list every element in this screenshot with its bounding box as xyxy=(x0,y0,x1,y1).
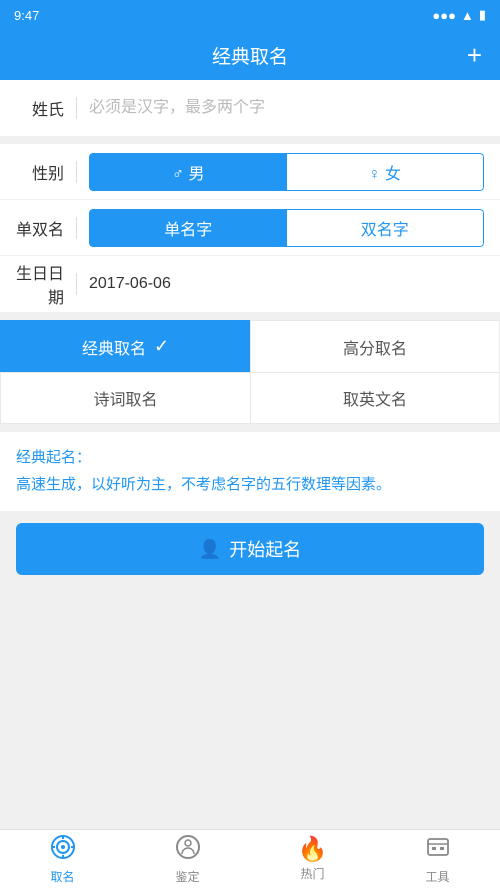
header: 经典取名 + xyxy=(0,30,500,80)
nav-appraisal-label: 鉴定 xyxy=(175,868,199,885)
nav-naming-icon xyxy=(50,834,76,865)
nav-naming-label: 取名 xyxy=(50,868,74,885)
tab-english-naming[interactable]: 取英文名 xyxy=(250,372,500,424)
status-bar: 9:47 ●●● ▲ ▮ xyxy=(0,0,500,30)
nav-appraisal-icon xyxy=(175,834,201,865)
description-title: 经典起名： xyxy=(16,446,484,467)
tab-high-score-label: 高分取名 xyxy=(343,335,407,359)
status-time: 9:47 xyxy=(14,8,39,23)
gender-section: 性别 ♂ 男 ♀ 女 单双名 单名字 双名字 生日日期 2017-06-06 xyxy=(0,144,500,312)
name-type-row: 单双名 单名字 双名字 xyxy=(0,200,500,256)
name-type-toggle-group: 单名字 双名字 xyxy=(89,209,484,247)
nav-appraisal[interactable]: 鉴定 xyxy=(125,830,250,889)
page-title: 经典取名 xyxy=(212,42,288,69)
birthday-separator xyxy=(76,273,77,295)
gender-toggle-group: ♂ 男 ♀ 女 xyxy=(89,153,484,191)
gender-female-button[interactable]: ♀ 女 xyxy=(287,153,485,191)
tab-english-label: 取英文名 xyxy=(343,386,407,410)
surname-section: 姓氏 xyxy=(0,80,500,136)
battery-icon: ▮ xyxy=(479,7,486,23)
signal-icon: ●●● xyxy=(432,8,456,23)
description-body: 高速生成，以好听为主，不考虑名字的五行数理等因素。 xyxy=(16,473,484,497)
start-icon: 👤 xyxy=(199,539,221,560)
tab-grid: 经典取名 ✓ 高分取名 诗词取名 取英文名 xyxy=(0,320,500,424)
tab-classic-naming[interactable]: 经典取名 ✓ xyxy=(0,320,250,372)
description-section: 经典起名： 高速生成，以好听为主，不考虑名字的五行数理等因素。 xyxy=(0,432,500,511)
gender-label: 性别 xyxy=(16,160,76,184)
birthday-label: 生日日期 xyxy=(16,260,76,308)
status-right: ●●● ▲ ▮ xyxy=(432,7,486,23)
tab-poem-naming[interactable]: 诗词取名 xyxy=(0,372,250,424)
tab-classic-label: 经典取名 xyxy=(82,335,146,359)
check-icon: ✓ xyxy=(154,336,169,357)
bottom-spacer xyxy=(0,595,500,663)
add-button[interactable]: + xyxy=(467,42,482,68)
nav-tools-label: 工具 xyxy=(425,868,449,885)
nav-naming[interactable]: 取名 xyxy=(0,830,125,889)
tab-high-score-naming[interactable]: 高分取名 xyxy=(250,320,500,372)
tab-grid-section: 经典取名 ✓ 高分取名 诗词取名 取英文名 xyxy=(0,320,500,424)
bottom-nav: 取名 鉴定 🔥 热门 工具 xyxy=(0,829,500,889)
start-section: 👤 开始起名 xyxy=(0,523,500,595)
birthday-value[interactable]: 2017-06-06 xyxy=(89,275,484,293)
name-type-label: 单双名 xyxy=(16,216,76,240)
surname-label: 姓氏 xyxy=(16,96,76,120)
nav-hot-label: 热门 xyxy=(300,865,324,882)
gender-row: 性别 ♂ 男 ♀ 女 xyxy=(0,144,500,200)
nav-tools[interactable]: 工具 xyxy=(375,830,500,889)
surname-separator xyxy=(76,97,77,119)
wifi-icon: ▲ xyxy=(461,8,474,23)
nav-hot[interactable]: 🔥 热门 xyxy=(250,830,375,889)
surname-input[interactable] xyxy=(89,99,484,117)
start-naming-button[interactable]: 👤 开始起名 xyxy=(16,523,484,575)
birthday-row: 生日日期 2017-06-06 xyxy=(0,256,500,312)
name-type-separator xyxy=(76,217,77,239)
gender-male-button[interactable]: ♂ 男 xyxy=(89,153,287,191)
surname-row: 姓氏 xyxy=(0,80,500,136)
name-single-button[interactable]: 单名字 xyxy=(89,209,287,247)
nav-tools-icon xyxy=(425,834,451,865)
name-double-button[interactable]: 双名字 xyxy=(287,209,485,247)
nav-hot-icon: 🔥 xyxy=(298,838,328,862)
start-label: 开始起名 xyxy=(229,536,301,562)
tab-poem-label: 诗词取名 xyxy=(93,386,157,410)
gender-separator xyxy=(76,161,77,183)
